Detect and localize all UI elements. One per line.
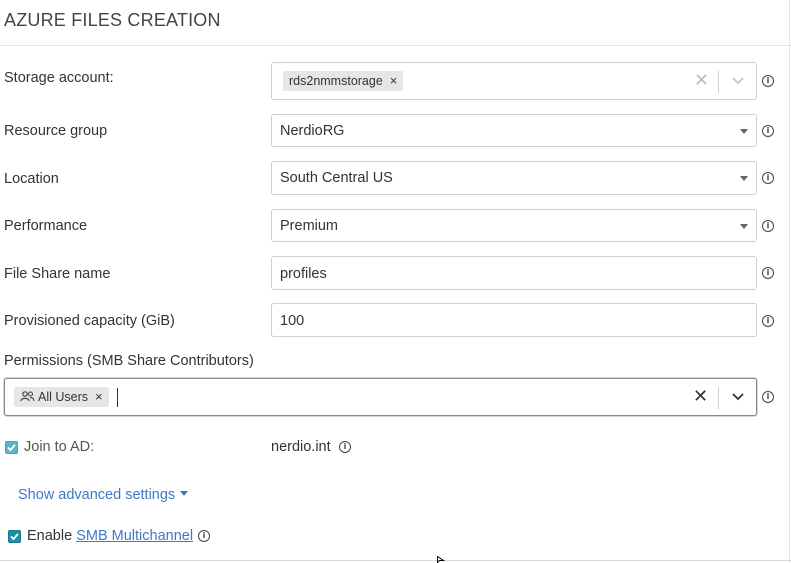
file-share-name-input[interactable]: profiles [271,256,757,290]
storage-account-info-icon[interactable]: i [762,75,774,87]
smb-enable-label: Enable [27,528,73,544]
checkmark-icon [10,533,19,541]
location-value: South Central US [280,170,393,186]
remove-tag-icon[interactable]: × [390,73,398,88]
file-share-name-label: File Share name [4,266,111,282]
dialog-title: AZURE FILES CREATION [4,10,221,30]
join-ad-info-icon[interactable]: i [339,441,351,453]
provisioned-capacity-info-icon[interactable]: i [762,315,774,327]
clear-icon[interactable]: ✕ [693,388,708,406]
caret-down-icon [180,491,189,496]
remove-tag-icon[interactable]: × [95,389,103,404]
resource-group-value: NerdioRG [280,123,345,139]
storage-account-select[interactable]: rds2nmmstorage × ✕ [271,62,757,100]
location-info-icon[interactable]: i [762,172,774,184]
smb-multichannel-link[interactable]: SMB Multichannel [76,528,193,544]
show-advanced-settings-link[interactable]: Show advanced settings [18,487,189,503]
clear-icon[interactable]: ✕ [694,72,709,90]
file-share-name-value: profiles [280,266,327,282]
chevron-down-icon[interactable] [731,392,745,402]
dialog-right-border [789,0,790,563]
resource-group-select[interactable]: NerdioRG [271,114,757,147]
performance-label: Performance [4,218,88,234]
show-advanced-settings-label: Show advanced settings [18,487,176,503]
mouse-cursor-icon [437,556,445,563]
select-separator [718,387,719,409]
resource-group-info-icon[interactable]: i [762,125,774,137]
permissions-select[interactable]: All Users × ✕ [4,378,757,416]
chevron-down-icon[interactable] [731,76,745,86]
caret-down-icon [740,128,748,134]
smb-multichannel-row: Enable SMB Multichannel [27,528,193,544]
file-share-name-info-icon[interactable]: i [762,267,774,279]
join-ad-label: Join to AD: [24,439,95,455]
resource-group-label: Resource group [4,123,108,139]
dialog-header: AZURE FILES CREATION [0,0,791,46]
smb-multichannel-checkbox[interactable] [8,530,21,543]
performance-info-icon[interactable]: i [762,220,774,232]
permissions-label: Permissions (SMB Share Contributors) [4,353,254,369]
dialog-bottom-border [0,560,791,561]
storage-account-label: Storage account: [4,70,114,86]
users-icon [20,391,35,402]
join-ad-domain: nerdio.int [271,439,331,455]
select-separator [718,71,719,93]
performance-select[interactable]: Premium [271,209,757,242]
storage-account-tag-label: rds2nmmstorage [289,74,383,88]
join-ad-checkbox[interactable] [5,441,18,454]
permissions-info-icon[interactable]: i [762,391,774,403]
caret-down-icon [740,176,748,181]
smb-multichannel-info-icon[interactable]: i [198,530,210,542]
location-label: Location [4,171,59,187]
performance-value: Premium [280,218,339,234]
permissions-tag: All Users × [14,387,109,407]
text-cursor [117,388,118,407]
provisioned-capacity-value: 100 [280,313,305,329]
provisioned-capacity-label: Provisioned capacity (GiB) [4,313,175,329]
checkmark-icon [7,444,16,452]
storage-account-tag: rds2nmmstorage × [283,71,404,91]
location-select[interactable]: South Central US [271,161,757,195]
provisioned-capacity-input[interactable]: 100 [271,303,757,337]
caret-down-icon [740,223,748,229]
permissions-tag-label: All Users [38,390,89,404]
